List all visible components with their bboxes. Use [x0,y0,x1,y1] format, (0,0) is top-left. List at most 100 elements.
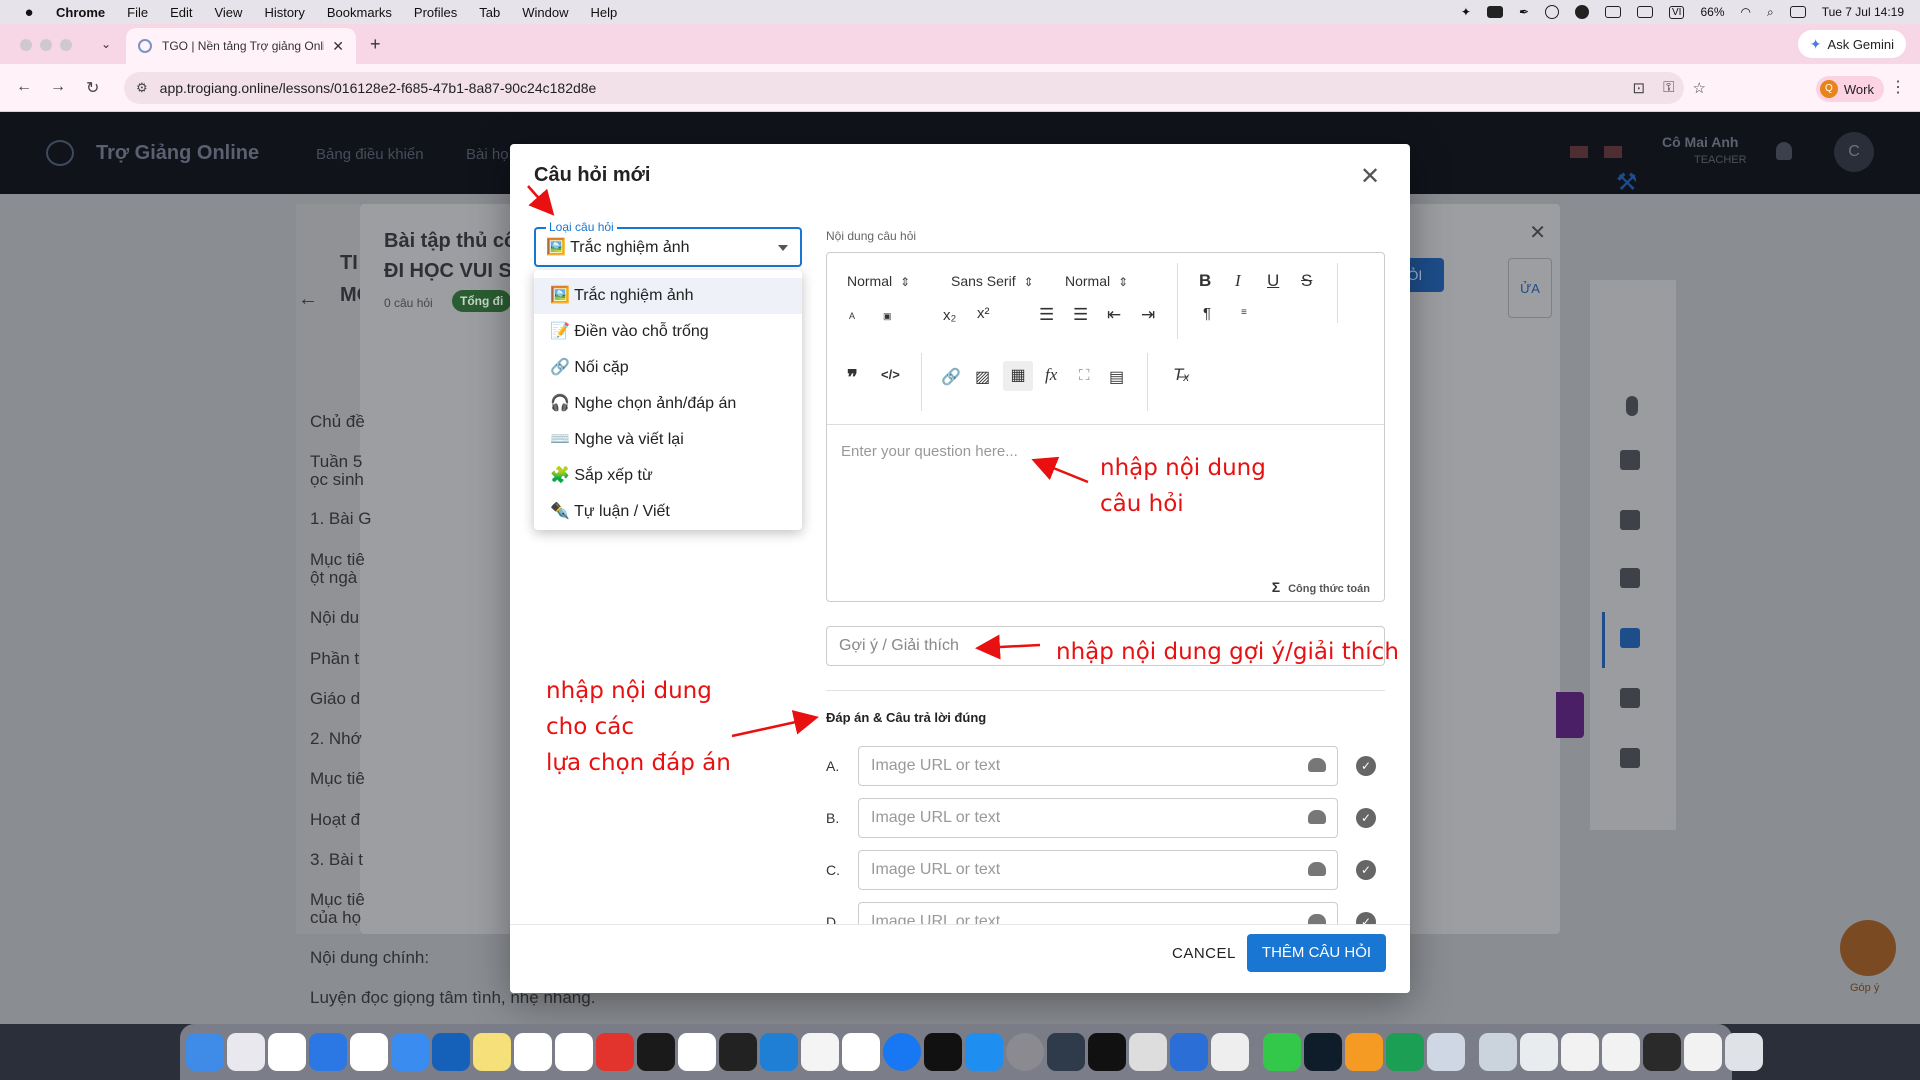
input-source-indicator[interactable]: VI [1669,5,1685,19]
add-note-icon[interactable] [1620,450,1640,470]
grammarly-icon[interactable] [1575,5,1590,19]
add-question-submit-button[interactable]: THÊM CÂU HỎI [1247,934,1386,972]
share-icon[interactable] [1620,688,1640,708]
google-drive-icon[interactable] [842,1033,880,1071]
answer-input[interactable]: Image URL or text [858,850,1338,890]
ordered-list-icon[interactable]: ☰ [1039,305,1054,325]
profile-button[interactable]: Q Work [1815,76,1884,102]
bold-icon[interactable]: B [1199,271,1211,291]
option-fill-in-blank[interactable]: 📝 Điền vào chỗ trống [534,314,802,350]
menu-edit[interactable]: Edit [170,5,192,20]
control-center-icon[interactable] [1789,6,1806,18]
image-icon[interactable]: ▨ [975,367,990,387]
upload-icon[interactable] [1620,568,1640,588]
remote-desktop-icon[interactable] [1129,1033,1167,1071]
slack-icon[interactable] [268,1033,306,1071]
capcut-icon[interactable] [924,1033,962,1071]
option-listen-write[interactable]: ⌨️ Nghe và viết lại [534,422,802,458]
headphones-icon[interactable] [1545,5,1560,19]
notification-bell-icon[interactable] [1776,142,1792,160]
menu-bookmarks[interactable]: Bookmarks [327,5,392,20]
option-listen-choose[interactable]: 🎧 Nghe chọn ảnh/đáp án [534,386,802,422]
menu-app[interactable]: Chrome [56,5,105,20]
video-icon[interactable]: ▦ [1003,361,1033,391]
window-icon[interactable] [1637,6,1654,18]
pen-icon[interactable]: ✒ [1519,5,1529,19]
menu-profiles[interactable]: Profiles [414,5,457,20]
back-arrow-icon[interactable]: ← [16,78,32,96]
clipboard-icon[interactable] [1620,628,1640,648]
apple-menu-icon[interactable]: ● [20,4,38,21]
address-bar[interactable]: ⚙ app.trogiang.online/lessons/016128e2-f… [124,72,1684,104]
bullet-list-icon[interactable]: ☰ [1073,305,1088,325]
facebook-icon[interactable] [883,1033,921,1071]
display-icon[interactable] [1605,6,1622,18]
align-icon[interactable]: ≡ [1241,307,1247,318]
freeform-icon[interactable] [555,1033,593,1071]
cursor-icon[interactable] [1211,1033,1249,1071]
browser-tab[interactable]: TGO | Nền tảng Trợ giảng Onli ✕ [126,28,356,64]
upload-cloud-icon[interactable] [1308,810,1326,824]
simulator-icon[interactable] [1047,1033,1085,1071]
trash-icon[interactable] [1725,1033,1763,1071]
file-icon[interactable] [1520,1033,1558,1071]
code-block-icon[interactable]: </> [881,367,900,382]
flag-vn-icon[interactable] [1604,146,1622,158]
menu-window[interactable]: Window [522,5,568,20]
clear-format-icon[interactable]: T̶ₓ [1173,365,1190,385]
site-info-icon[interactable]: ⚙ [136,80,148,96]
brand-name[interactable]: Trợ Giảng Online [96,142,259,165]
reload-icon[interactable]: ↻ [86,78,99,98]
minimize-window-button[interactable] [40,39,52,51]
upload-cloud-icon[interactable] [1308,758,1326,772]
messages-icon[interactable] [1263,1033,1301,1071]
activity-monitor-icon[interactable] [1304,1033,1342,1071]
user-avatar[interactable]: C [1834,132,1874,172]
tools-icon[interactable]: ⚒ [1616,168,1650,202]
ask-gemini-button[interactable]: ✦ Ask Gemini [1797,30,1906,58]
flag-uk-icon[interactable] [1570,146,1588,158]
heading-select[interactable]: Normal [847,273,910,289]
menu-help[interactable]: Help [591,5,618,20]
menu-history[interactable]: History [264,5,304,20]
tab-close-icon[interactable]: ✕ [332,38,344,55]
math-formula-button[interactable]: Σ Công thức toán [1272,579,1370,595]
question-type-value[interactable]: 🖼️ Trắc nghiệm ảnh [546,237,690,257]
maximize-window-button[interactable] [60,39,72,51]
cancel-button[interactable]: CANCEL [1172,945,1236,962]
indent-icon[interactable]: ⇥ [1141,305,1155,325]
chrome-menu-icon[interactable]: ⋮ [1890,77,1906,97]
close-window-button[interactable] [20,39,32,51]
option-word-order[interactable]: 🧩 Sắp xếp từ [534,458,802,494]
menu-view[interactable]: View [214,5,242,20]
zalo-icon[interactable] [309,1033,347,1071]
gamepad-icon[interactable] [1620,748,1640,768]
finder-icon[interactable] [186,1033,224,1071]
clock[interactable]: Tue 7 Jul 14:19 [1822,5,1904,19]
bookmark-star-icon[interactable]: ☆ [1693,79,1706,97]
forward-arrow-icon[interactable]: → [50,78,66,96]
outlook-icon[interactable] [432,1033,470,1071]
new-tab-plus-icon[interactable]: + [370,34,381,55]
attach-icon[interactable] [1626,396,1638,416]
app-status-icon[interactable] [1486,6,1503,18]
mail-icon[interactable] [391,1033,429,1071]
back-arrow-icon[interactable]: ← [298,288,318,311]
nav-dashboard[interactable]: Bảng điều khiển [316,146,424,163]
feedback-button[interactable] [1840,920,1896,976]
url-text[interactable]: app.trogiang.online/lessons/016128e2-f68… [160,80,597,96]
scrobbles-icon[interactable] [637,1033,675,1071]
anydesk-icon[interactable] [596,1033,634,1071]
correct-answer-check-icon[interactable]: ✓ [1356,808,1376,828]
subscript-icon[interactable]: x₂ [943,307,956,324]
install-app-icon[interactable]: ⊡ [1633,79,1646,97]
close-icon[interactable]: ✕ [1529,220,1546,245]
answer-input[interactable]: Image URL or text [858,798,1338,838]
outdent-icon[interactable]: ⇤ [1107,305,1121,325]
question-type-select[interactable]: Loại câu hỏi 🖼️ Trắc nghiệm ảnh [534,220,802,267]
menu-file[interactable]: File [127,5,148,20]
blockquote-icon[interactable]: ❞ [847,365,858,390]
font-select[interactable]: Sans Serif [951,273,1034,289]
notion-icon[interactable] [678,1033,716,1071]
superscript-icon[interactable]: x² [977,305,990,322]
